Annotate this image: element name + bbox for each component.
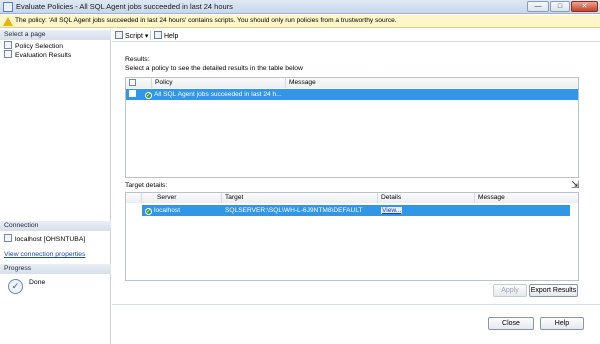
server-name: localhost	[154, 207, 181, 214]
title-bar: Evaluate Policies - All SQL Agent jobs s…	[0, 0, 600, 14]
connection-value: localhost [OHSNTUBA]	[15, 236, 86, 243]
blank-column-header	[126, 193, 142, 203]
row-checkbox-cell[interactable]	[126, 89, 142, 100]
success-check-icon: ✓	[145, 208, 152, 215]
results-grid[interactable]: Policy Message ✓ All SQL Agent jobs succe…	[125, 77, 579, 178]
target-details-grid[interactable]: Server Target Details Message ✓ localhost…	[125, 192, 579, 281]
done-check-icon: ✓	[8, 279, 23, 294]
view-connection-properties-link[interactable]: View connection properties	[4, 251, 86, 258]
server-column-header[interactable]: Server	[142, 193, 222, 203]
footer-divider	[112, 304, 600, 305]
select-all-checkbox[interactable]	[129, 79, 136, 86]
warning-bar: The policy: 'All SQL Agent jobs succeede…	[0, 15, 600, 28]
results-instruction: Select a policy to see the detailed resu…	[125, 65, 303, 72]
script-button[interactable]: Script ▾	[115, 31, 148, 40]
script-icon	[115, 31, 123, 39]
policy-cell: ✓ All SQL Agent jobs succeeded in last 24…	[142, 89, 286, 100]
help-icon	[154, 31, 162, 39]
success-check-icon: ✓	[145, 92, 152, 99]
export-results-button[interactable]: Export Results	[529, 284, 578, 297]
page-policy-selection[interactable]: Policy Selection	[4, 41, 63, 50]
app-icon	[3, 2, 13, 12]
select-page-header: Select a page	[0, 30, 111, 40]
details-column-header[interactable]: Details	[378, 193, 475, 203]
select-all-header[interactable]	[126, 78, 152, 88]
page-icon	[4, 41, 12, 49]
target-cell: SQLSERVER:\SQL\WH-L-6J9NTM8\DEFAULT	[225, 207, 363, 214]
cursor-icon: ⇲	[571, 180, 580, 191]
server-cell: ✓ localhost	[142, 205, 222, 216]
page-label: Evaluation Results	[15, 52, 72, 59]
policy-column-header[interactable]: Policy	[152, 78, 286, 88]
script-label: Script	[125, 33, 143, 40]
message-cell	[475, 205, 570, 216]
progress-header: Progress	[0, 264, 111, 274]
row-checkbox[interactable]	[129, 90, 136, 97]
help-button[interactable]: Help	[540, 317, 584, 330]
policy-name: All SQL Agent jobs succeeded in last 24 …	[154, 91, 282, 98]
toolbar-divider	[150, 31, 151, 40]
target-column-header[interactable]: Target	[222, 193, 378, 203]
window-title: Evaluate Policies - All SQL Agent jobs s…	[16, 2, 233, 11]
minimize-button[interactable]: —	[527, 1, 549, 12]
server-icon	[4, 234, 12, 242]
warning-text: The policy: 'All SQL Agent jobs succeede…	[15, 17, 397, 24]
table-row[interactable]: ✓ All SQL Agent jobs succeeded in last 24…	[126, 89, 578, 100]
connection-info: localhost [OHSNTUBA]	[4, 234, 85, 243]
progress-status: Done	[29, 279, 46, 286]
close-button[interactable]: Close	[488, 317, 534, 330]
close-window-button[interactable]: ✕	[571, 1, 598, 12]
results-label: Results:	[125, 56, 150, 63]
message-column-header[interactable]: Message	[475, 193, 578, 203]
table-row[interactable]: ✓ localhost SQLSERVER:\SQL\WH-L-6J9NTM8\D…	[142, 205, 570, 216]
apply-button[interactable]: Apply	[493, 284, 527, 297]
connection-header: Connection	[0, 221, 111, 231]
warning-icon	[3, 17, 13, 26]
help-label: Help	[164, 33, 179, 40]
target-details-label: Target details:	[125, 182, 168, 189]
toolbar: Script ▾ Help	[112, 29, 600, 42]
message-column-header[interactable]: Message	[286, 78, 578, 88]
view-details-link[interactable]: View...	[381, 207, 403, 214]
maximize-button[interactable]: □	[550, 1, 570, 12]
chevron-down-icon: ▾	[144, 33, 149, 40]
page-label: Policy Selection	[15, 43, 63, 50]
help-toolbar-button[interactable]: Help	[154, 31, 178, 40]
page-icon	[4, 50, 12, 58]
page-evaluation-results[interactable]: Evaluation Results	[4, 50, 71, 59]
details-cell: View...	[378, 205, 475, 216]
left-panel: Select a page Policy Selection Evaluatio…	[0, 29, 111, 344]
message-cell	[286, 89, 578, 100]
